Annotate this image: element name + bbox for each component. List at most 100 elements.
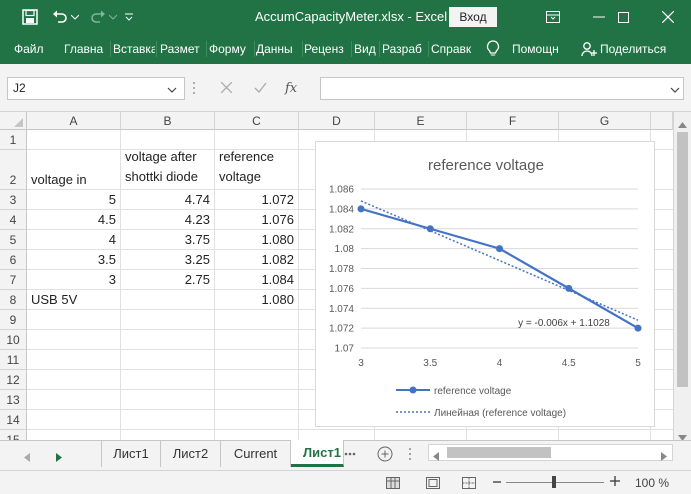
row-header[interactable]: 7 xyxy=(0,270,27,290)
row-header[interactable]: 8 xyxy=(0,290,27,310)
row-header[interactable]: 12 xyxy=(0,370,27,390)
cell-c5[interactable]: 1.080 xyxy=(215,230,299,250)
tab-file[interactable]: Файл xyxy=(14,42,48,56)
sign-in-button[interactable]: Вход xyxy=(449,7,497,27)
sheet-tabs-more-icon[interactable] xyxy=(343,448,357,463)
page-break-view-icon[interactable] xyxy=(462,477,476,492)
scroll-up-icon[interactable] xyxy=(678,116,687,131)
name-box-dropdown-icon[interactable] xyxy=(167,83,177,93)
tell-me-search[interactable]: Помощн xyxy=(512,42,564,56)
cell-a2[interactable]: voltage in xyxy=(27,150,121,190)
vertical-scrollbar[interactable] xyxy=(673,112,691,441)
row-header[interactable]: 13 xyxy=(0,390,27,410)
column-header-e[interactable]: E xyxy=(375,112,467,130)
tab-help[interactable]: Справк xyxy=(431,42,477,56)
lightbulb-icon[interactable] xyxy=(486,40,500,61)
sheet-tab-2[interactable]: Лист2 xyxy=(161,441,221,467)
cell-b7[interactable]: 2.75 xyxy=(121,270,215,290)
cell-c6[interactable]: 1.082 xyxy=(215,250,299,270)
cell-c4[interactable]: 1.076 xyxy=(215,210,299,230)
redo-dropdown-icon[interactable] xyxy=(108,7,118,27)
normal-view-icon[interactable] xyxy=(386,477,400,492)
page-layout-view-icon[interactable] xyxy=(426,477,440,492)
add-sheet-icon[interactable] xyxy=(377,446,393,465)
row-header[interactable]: 2 xyxy=(0,150,27,190)
row-header[interactable]: 4 xyxy=(0,210,27,230)
zoom-out-icon[interactable] xyxy=(492,476,502,489)
sheet-tab-current[interactable]: Current xyxy=(221,441,291,467)
redo-icon[interactable] xyxy=(88,7,108,27)
zoom-in-icon[interactable] xyxy=(609,475,621,490)
column-header-b[interactable]: B xyxy=(121,112,215,130)
horizontal-scroll-thumb[interactable] xyxy=(447,447,551,458)
tab-insert[interactable]: Вставка xyxy=(113,42,155,56)
tab-home[interactable]: Главна xyxy=(64,42,110,56)
tab-page-layout[interactable]: Размет xyxy=(160,42,206,56)
cell-a3[interactable]: 5 xyxy=(27,190,121,210)
tab-split-handle-icon[interactable] xyxy=(408,447,412,464)
expand-formula-bar-icon[interactable] xyxy=(670,83,680,98)
formula-bar-grip-icon[interactable] xyxy=(192,80,196,99)
sheet-tab-active[interactable]: Лист1 ( xyxy=(291,440,344,467)
cell-b5[interactable]: 3.75 xyxy=(121,230,215,250)
cell-b4[interactable]: 4.23 xyxy=(121,210,215,230)
enter-icon[interactable] xyxy=(254,81,267,96)
row-header[interactable]: 5 xyxy=(0,230,27,250)
horizontal-scrollbar[interactable] xyxy=(428,444,673,461)
row-header[interactable]: 11 xyxy=(0,350,27,370)
row-header[interactable]: 6 xyxy=(0,250,27,270)
cell-c8[interactable]: 1.080 xyxy=(215,290,299,310)
zoom-slider-thumb[interactable] xyxy=(552,476,556,488)
cell-c3[interactable]: 1.072 xyxy=(215,190,299,210)
scroll-right-icon[interactable] xyxy=(661,449,667,464)
row-header[interactable]: 10 xyxy=(0,330,27,350)
tab-formulas[interactable]: Форму xyxy=(209,42,254,56)
cell-b6[interactable]: 3.25 xyxy=(121,250,215,270)
column-header-c[interactable]: C xyxy=(215,112,299,130)
cell-b2[interactable]: voltage after shottki diode xyxy=(121,149,215,190)
tab-view[interactable]: Вид xyxy=(354,42,378,56)
scroll-left-icon[interactable] xyxy=(433,449,439,464)
zoom-level[interactable]: 100 % xyxy=(635,476,669,490)
undo-icon[interactable] xyxy=(50,7,70,27)
cell-b3[interactable]: 4.74 xyxy=(121,190,215,210)
chart[interactable]: reference voltage 1.07 1.072 1.074 1.076 1.0… xyxy=(315,141,655,427)
select-all-corner[interactable] xyxy=(0,112,27,130)
column-header-g[interactable]: G xyxy=(559,112,651,130)
column-header-a[interactable]: A xyxy=(27,112,121,130)
cancel-icon[interactable] xyxy=(220,81,233,96)
cell-a5[interactable]: 4 xyxy=(27,230,121,250)
row-header[interactable]: 9 xyxy=(0,310,27,330)
sheet-tab-1[interactable]: Лист1 xyxy=(102,441,161,467)
tab-developer[interactable]: Разраб xyxy=(382,42,427,56)
row-header[interactable]: 3 xyxy=(0,190,27,210)
ribbon-display-icon[interactable] xyxy=(530,0,576,34)
close-icon[interactable] xyxy=(645,0,691,34)
cell-a4[interactable]: 4.5 xyxy=(27,210,121,230)
cell-a6[interactable]: 3.5 xyxy=(27,250,121,270)
row-header[interactable]: 1 xyxy=(0,130,27,150)
share-icon[interactable] xyxy=(581,41,597,60)
tab-review[interactable]: Реценз xyxy=(304,42,350,56)
cell-a7[interactable]: 3 xyxy=(27,270,121,290)
cell-c7[interactable]: 1.084 xyxy=(215,270,299,290)
customize-toolbar-icon[interactable] xyxy=(122,7,136,27)
undo-dropdown-icon[interactable] xyxy=(70,7,80,27)
cell-c2[interactable]: reference voltage xyxy=(215,149,299,190)
save-icon[interactable] xyxy=(20,7,40,27)
column-header-d[interactable]: D xyxy=(299,112,375,130)
row-header[interactable]: 14 xyxy=(0,410,27,430)
column-header-h[interactable] xyxy=(651,112,673,130)
formula-input[interactable] xyxy=(320,77,684,100)
row-header[interactable]: 15 xyxy=(0,430,27,440)
maximize-icon[interactable] xyxy=(600,0,646,34)
cell-a8[interactable]: USB 5V xyxy=(27,290,121,310)
column-header-f[interactable]: F xyxy=(467,112,559,130)
share-button[interactable]: Поделиться xyxy=(600,42,670,56)
prev-sheet-icon[interactable] xyxy=(24,450,30,465)
tab-data[interactable]: Данны xyxy=(256,42,301,56)
next-sheet-icon[interactable] xyxy=(56,450,62,465)
vertical-scroll-thumb[interactable] xyxy=(677,132,688,387)
name-box[interactable]: J2 xyxy=(7,77,185,100)
insert-function-button[interactable]: fx xyxy=(285,81,297,96)
